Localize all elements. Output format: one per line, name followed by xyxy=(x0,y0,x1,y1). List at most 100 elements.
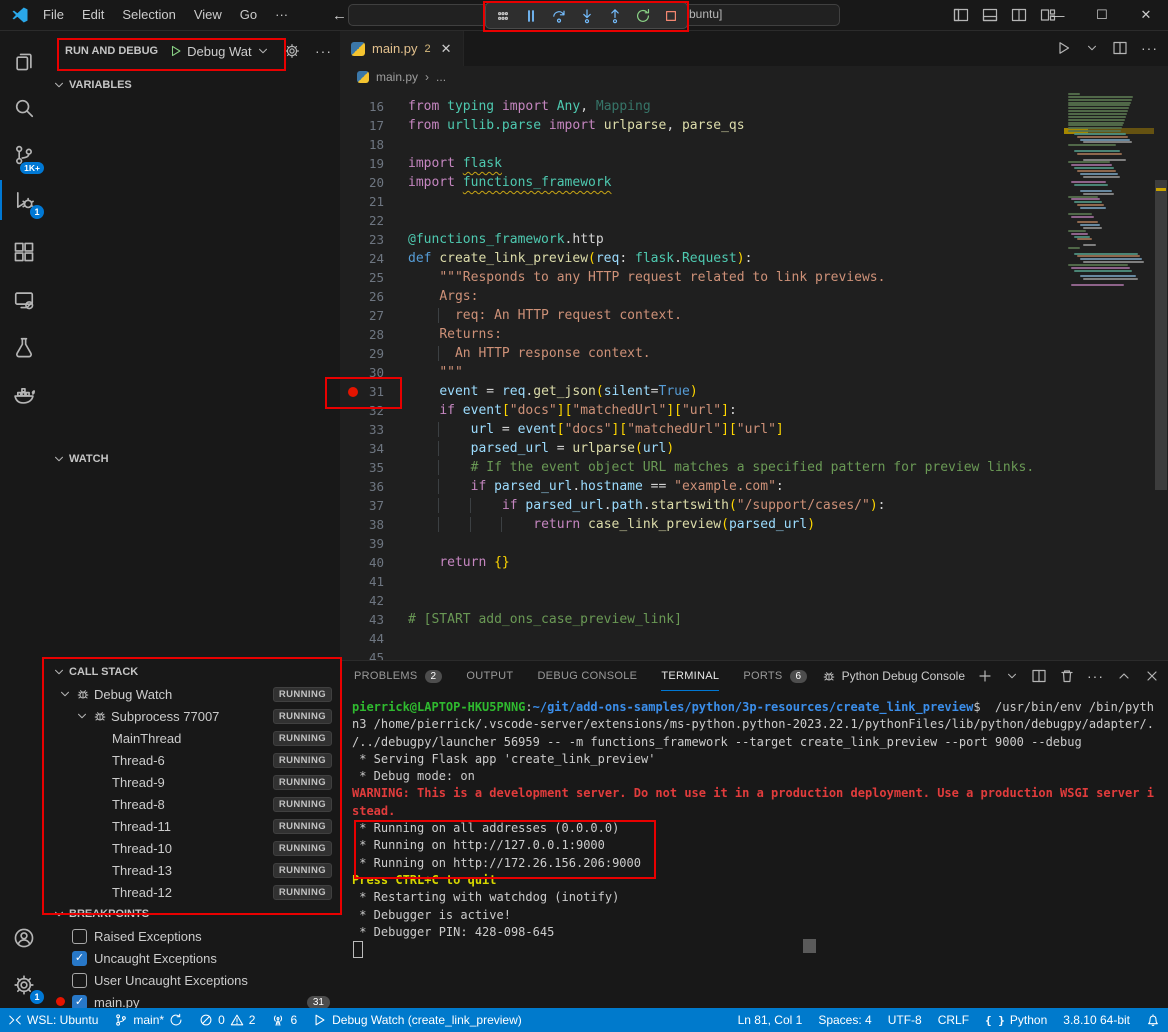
step-out-button[interactable] xyxy=(602,5,627,27)
breadcrumb[interactable]: main.py › ... xyxy=(340,66,1168,88)
line-gutter[interactable]: 38 xyxy=(340,515,408,534)
stop-button[interactable] xyxy=(658,5,683,27)
drag-handle-icon[interactable] xyxy=(490,5,515,27)
status-ports[interactable]: 6 xyxy=(263,1008,305,1032)
line-gutter[interactable]: 33 xyxy=(340,420,408,439)
line-gutter[interactable]: 16 xyxy=(340,97,408,116)
kill-terminal-icon[interactable] xyxy=(1059,668,1075,684)
sidebar-item-run-and-debug[interactable]: 1 xyxy=(0,180,48,220)
run-dropdown-icon[interactable] xyxy=(1085,41,1099,55)
status-indentation[interactable]: Spaces: 4 xyxy=(810,1008,879,1032)
status-remote-indicator[interactable]: WSL: Ubuntu xyxy=(0,1008,106,1032)
variables-section-header[interactable]: VARIABLES xyxy=(48,74,340,96)
terminal-output[interactable]: pierrick@LAPTOP-HKU5PNNG:~/git/add-ons-s… xyxy=(340,693,1154,1008)
line-gutter[interactable]: 44 xyxy=(340,629,408,648)
breadcrumb-file[interactable]: main.py xyxy=(376,70,418,84)
terminal-selector[interactable]: Python Debug Console xyxy=(822,669,965,683)
line-gutter[interactable]: 36 xyxy=(340,477,408,496)
callstack-row[interactable]: Thread-13RUNNING xyxy=(48,859,340,881)
step-into-button[interactable] xyxy=(574,5,599,27)
chevron-down-icon[interactable] xyxy=(1005,669,1019,683)
status-git-branch[interactable]: main* xyxy=(106,1008,191,1032)
line-gutter[interactable]: 19 xyxy=(340,154,408,173)
sidebar-item-remote-explorer[interactable] xyxy=(0,280,48,320)
restart-button[interactable] xyxy=(630,5,655,27)
minimap[interactable] xyxy=(1064,88,1154,312)
callstack-row[interactable]: Thread-12RUNNING xyxy=(48,881,340,903)
breadcrumb-symbol[interactable]: ... xyxy=(436,70,446,84)
split-terminal-icon[interactable] xyxy=(1031,668,1047,684)
checkbox[interactable]: ✓ xyxy=(72,995,87,1009)
checkbox[interactable] xyxy=(72,973,87,988)
panel-tab-ports[interactable]: PORTS6 xyxy=(743,661,807,691)
line-gutter[interactable]: 31 xyxy=(340,382,408,401)
line-gutter[interactable]: 39 xyxy=(340,534,408,553)
run-python-file-icon[interactable] xyxy=(1056,40,1072,56)
status-problems[interactable]: 02 xyxy=(191,1008,263,1032)
terminal-scrollbar-thumb[interactable] xyxy=(803,939,816,953)
menu-more[interactable]: ··· xyxy=(266,0,297,30)
line-gutter[interactable]: 45 xyxy=(340,648,408,660)
sidebar-item-source-control[interactable]: 1K+ xyxy=(0,135,48,175)
breakpoint-row[interactable]: Raised Exceptions xyxy=(48,925,340,947)
settings-button[interactable]: 1 xyxy=(0,965,48,1005)
status-cursor-position[interactable]: Ln 81, Col 1 xyxy=(730,1008,811,1032)
more-actions-icon[interactable]: ··· xyxy=(1087,668,1104,684)
close-tab-icon[interactable]: ✕ xyxy=(441,41,452,57)
launch-config-dropdown[interactable]: Debug Wat xyxy=(169,44,270,59)
line-gutter[interactable]: 30 xyxy=(340,363,408,382)
breakpoint-row[interactable]: User Uncaught Exceptions xyxy=(48,969,340,991)
status-notifications[interactable] xyxy=(1138,1008,1168,1032)
callstack-row[interactable]: Thread-11RUNNING xyxy=(48,815,340,837)
toggle-panel-icon[interactable] xyxy=(982,7,998,23)
line-gutter[interactable]: 40 xyxy=(340,553,408,572)
menu-file[interactable]: File xyxy=(34,0,73,30)
gear-icon[interactable] xyxy=(284,43,300,59)
line-gutter[interactable]: 24 xyxy=(340,249,408,268)
breakpoints-section-header[interactable]: BREAKPOINTS xyxy=(48,903,340,925)
pause-button[interactable] xyxy=(518,5,543,27)
checkbox[interactable] xyxy=(72,929,87,944)
minimize-button[interactable]: — xyxy=(1036,0,1080,30)
status-language-mode[interactable]: { }Python xyxy=(977,1008,1055,1032)
accounts-button[interactable] xyxy=(0,918,48,958)
maximize-button[interactable]: ☐ xyxy=(1080,0,1124,30)
sidebar-item-docker[interactable] xyxy=(0,374,48,414)
more-actions-icon[interactable]: ··· xyxy=(1141,40,1158,56)
new-terminal-icon[interactable] xyxy=(977,668,993,684)
panel-tab-output[interactable]: OUTPUT xyxy=(466,661,513,691)
split-editor-icon[interactable] xyxy=(1112,40,1128,56)
sidebar-item-extensions[interactable] xyxy=(0,232,48,272)
status-eol[interactable]: CRLF xyxy=(930,1008,977,1032)
line-gutter[interactable]: 18 xyxy=(340,135,408,154)
start-debug-icon[interactable] xyxy=(169,44,183,58)
status-encoding[interactable]: UTF-8 xyxy=(880,1008,930,1032)
panel-tab-debug-console[interactable]: DEBUG CONSOLE xyxy=(537,661,637,691)
menu-view[interactable]: View xyxy=(185,0,231,30)
tab-main-py[interactable]: main.py 2 ✕ xyxy=(340,30,464,66)
line-gutter[interactable]: 34 xyxy=(340,439,408,458)
status-python-version[interactable]: 3.8.10 64-bit xyxy=(1055,1008,1138,1032)
scrollbar-thumb[interactable] xyxy=(1155,180,1167,490)
line-gutter[interactable]: 43 xyxy=(340,610,408,629)
menu-edit[interactable]: Edit xyxy=(73,0,113,30)
callstack-row[interactable]: Debug WatchRUNNING xyxy=(48,683,340,705)
breakpoint-row[interactable]: ✓Uncaught Exceptions xyxy=(48,947,340,969)
line-gutter[interactable]: 17 xyxy=(340,116,408,135)
panel-tab-problems[interactable]: PROBLEMS2 xyxy=(354,661,442,691)
callstack-row[interactable]: Thread-8RUNNING xyxy=(48,793,340,815)
line-gutter[interactable]: 32 xyxy=(340,401,408,420)
line-gutter[interactable]: 20 xyxy=(340,173,408,192)
line-gutter[interactable]: 35 xyxy=(340,458,408,477)
callstack-row[interactable]: Thread-9RUNNING xyxy=(48,771,340,793)
line-gutter[interactable]: 25 xyxy=(340,268,408,287)
status-debug-status[interactable]: Debug Watch (create_link_preview) xyxy=(305,1008,530,1032)
checkbox[interactable]: ✓ xyxy=(72,951,87,966)
callstack-row[interactable]: Subprocess 77007RUNNING xyxy=(48,705,340,727)
maximize-panel-icon[interactable] xyxy=(1116,668,1132,684)
toggle-secondary-sidebar-icon[interactable] xyxy=(1011,7,1027,23)
line-gutter[interactable]: 23 xyxy=(340,230,408,249)
menu-go[interactable]: Go xyxy=(231,0,266,30)
line-gutter[interactable]: 21 xyxy=(340,192,408,211)
more-actions-icon[interactable]: ··· xyxy=(315,43,332,59)
